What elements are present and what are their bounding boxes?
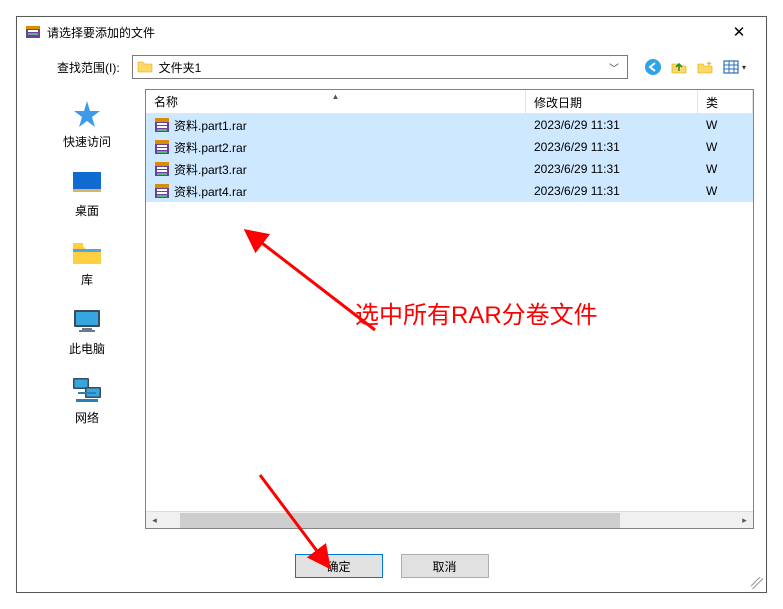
file-type: W [706, 162, 717, 176]
place-label: 快速访问 [63, 133, 111, 150]
file-type: W [706, 118, 717, 132]
place-label: 桌面 [75, 202, 99, 219]
desktop-icon [70, 168, 104, 198]
window-title: 请选择要添加的文件 [47, 24, 155, 41]
up-folder-icon [670, 58, 688, 76]
new-folder-icon [696, 58, 714, 76]
close-button[interactable]: ✕ [718, 18, 760, 46]
place-label: 网络 [75, 409, 99, 426]
place-network[interactable]: 网络 [70, 375, 104, 426]
quickaccess-icon [70, 99, 104, 129]
column-header-date[interactable]: 修改日期 [526, 90, 698, 113]
column-header-type[interactable]: 类 [698, 90, 753, 113]
list-header: 名称 ▲ 修改日期 类 [146, 90, 753, 114]
file-name: 资料.part1.rar [174, 117, 247, 134]
place-desktop[interactable]: 桌面 [70, 168, 104, 219]
lookin-value: 文件夹1 [159, 59, 599, 76]
places-bar: 快速访问 桌面 库 [29, 89, 145, 529]
file-date: 2023/6/29 11:31 [534, 162, 620, 176]
file-name: 资料.part4.rar [174, 183, 247, 200]
rar-file-icon [154, 117, 170, 133]
view-menu-arrow-icon: ▾ [742, 63, 746, 72]
sort-asc-icon: ▲ [332, 92, 340, 101]
nav-up-button[interactable] [670, 58, 688, 76]
annotation-text: 选中所有RAR分卷文件 [355, 295, 598, 330]
lookin-row: 查找范围(I): 文件夹1 ﹀ [17, 47, 766, 87]
place-label: 此电脑 [69, 340, 105, 357]
resize-grip[interactable] [751, 577, 763, 589]
rar-file-icon [154, 183, 170, 199]
file-date: 2023/6/29 11:31 [534, 118, 620, 132]
chevron-down-icon[interactable]: ﹀ [605, 60, 623, 75]
ok-button[interactable]: 确定 [295, 554, 383, 578]
nav-back-button[interactable] [644, 58, 662, 76]
view-menu-icon [722, 58, 740, 76]
file-row[interactable]: 资料.part4.rar 2023/6/29 11:31 W [146, 180, 753, 202]
file-row[interactable]: 资料.part2.rar 2023/6/29 11:31 W [146, 136, 753, 158]
lookin-combo[interactable]: 文件夹1 ﹀ [132, 55, 628, 79]
file-name: 资料.part2.rar [174, 139, 247, 156]
scroll-right-icon[interactable]: ▸ [736, 512, 753, 529]
file-date: 2023/6/29 11:31 [534, 184, 620, 198]
back-icon [644, 58, 662, 76]
file-type: W [706, 184, 717, 198]
place-quickaccess[interactable]: 快速访问 [63, 99, 111, 150]
place-libraries[interactable]: 库 [70, 237, 104, 288]
rar-file-icon [154, 161, 170, 177]
file-type: W [706, 140, 717, 154]
thispc-icon [70, 306, 104, 336]
file-row[interactable]: 资料.part1.rar 2023/6/29 11:31 W [146, 114, 753, 136]
column-header-name[interactable]: 名称 ▲ [146, 90, 526, 113]
app-icon [25, 24, 41, 40]
place-label: 库 [81, 271, 93, 288]
button-row: 确定 取消 [17, 554, 766, 578]
place-thispc[interactable]: 此电脑 [69, 306, 105, 357]
rar-file-icon [154, 139, 170, 155]
new-folder-button[interactable] [696, 58, 714, 76]
titlebar: 请选择要添加的文件 ✕ [17, 17, 766, 47]
view-menu-button[interactable]: ▾ [722, 58, 746, 76]
libraries-icon [70, 237, 104, 267]
scroll-left-icon[interactable]: ◂ [146, 512, 163, 529]
file-name: 资料.part3.rar [174, 161, 247, 178]
folder-icon [137, 59, 153, 75]
horizontal-scrollbar[interactable]: ◂ ▸ [146, 511, 753, 528]
close-icon: ✕ [733, 23, 746, 41]
cancel-button[interactable]: 取消 [401, 554, 489, 578]
network-icon [70, 375, 104, 405]
scrollbar-thumb[interactable] [180, 513, 620, 528]
file-date: 2023/6/29 11:31 [534, 140, 620, 154]
lookin-label: 查找范围(I): [57, 59, 120, 76]
file-row[interactable]: 资料.part3.rar 2023/6/29 11:31 W [146, 158, 753, 180]
